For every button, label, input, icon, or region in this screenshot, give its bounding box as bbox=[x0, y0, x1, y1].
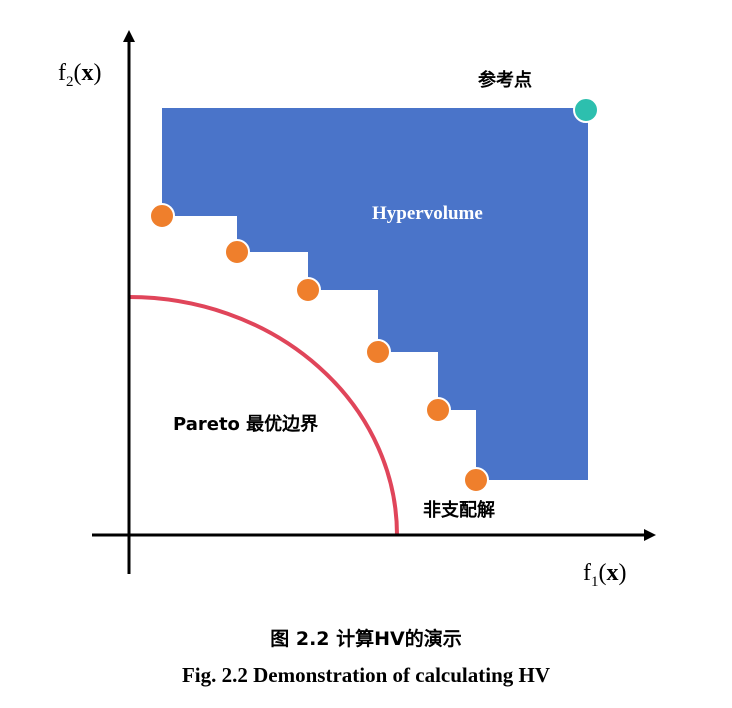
caption-en: Fig. 2.2 Demonstration of calculating HV bbox=[182, 663, 550, 687]
solution-point-1 bbox=[149, 203, 175, 229]
reference-point-label: 参考点 bbox=[478, 69, 532, 91]
hypervolume-label: Hypervolume bbox=[372, 203, 483, 224]
non-dominated-label: 非支配解 bbox=[423, 499, 495, 521]
pareto-front-label: Pareto 最优边界 bbox=[173, 413, 318, 435]
y-axis-label: f2(x) bbox=[58, 60, 102, 90]
solution-point-5 bbox=[425, 397, 451, 423]
reference-point bbox=[573, 97, 599, 123]
solution-point-2 bbox=[224, 239, 250, 265]
x-axis-label: f1(x) bbox=[583, 560, 627, 590]
solution-point-6 bbox=[463, 467, 489, 493]
hv-diagram: f2(x) f1(x) 参考点 Hypervolume Pareto 最优边界 … bbox=[58, 30, 656, 687]
solution-point-3 bbox=[295, 277, 321, 303]
caption-cn: 图 2.2 计算HV的演示 bbox=[270, 627, 462, 650]
solution-point-4 bbox=[365, 339, 391, 365]
